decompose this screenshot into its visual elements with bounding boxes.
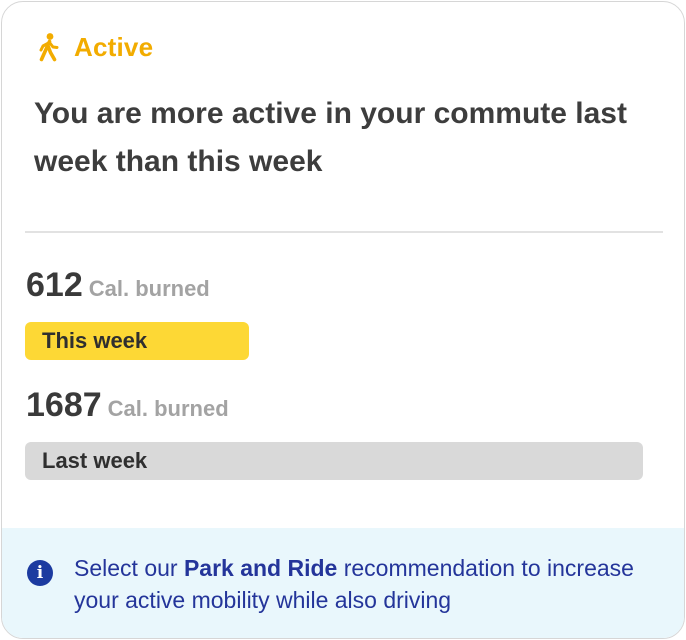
insight-headline: You are more active in your commute last…: [34, 97, 627, 178]
last-week-bar: Last week: [25, 442, 643, 480]
last-week-calories-unit: Cal. burned: [107, 396, 229, 421]
last-week-bar-track: Last week: [25, 442, 643, 480]
activity-category-label: Active: [74, 31, 154, 62]
last-week-metric: 1687 Cal. burned: [26, 386, 229, 425]
walking-person-icon: [36, 32, 62, 62]
info-icon: i: [27, 560, 53, 586]
park-and-ride-link[interactable]: Park and Ride: [184, 555, 337, 581]
this-week-bar-label: This week: [42, 328, 148, 353]
this-week-metric: 612 Cal. burned: [26, 266, 210, 305]
this-week-calories-value: 612: [26, 266, 83, 304]
this-week-calories-unit: Cal. burned: [88, 276, 210, 301]
this-week-bar: This week: [25, 322, 249, 360]
this-week-bar-track: This week: [25, 322, 643, 360]
recommendation-text-prefix: Select our: [74, 555, 184, 581]
last-week-bar-label: Last week: [42, 448, 148, 473]
recommendation-text: Select our Park and Ride recommendation …: [74, 552, 664, 616]
activity-card: Active You are more active in your commu…: [1, 1, 685, 639]
card-header: Active: [36, 30, 153, 64]
recommendation-banner: i Select our Park and Ride recommendatio…: [2, 528, 684, 638]
divider: [25, 231, 663, 233]
last-week-calories-value: 1687: [26, 386, 102, 424]
